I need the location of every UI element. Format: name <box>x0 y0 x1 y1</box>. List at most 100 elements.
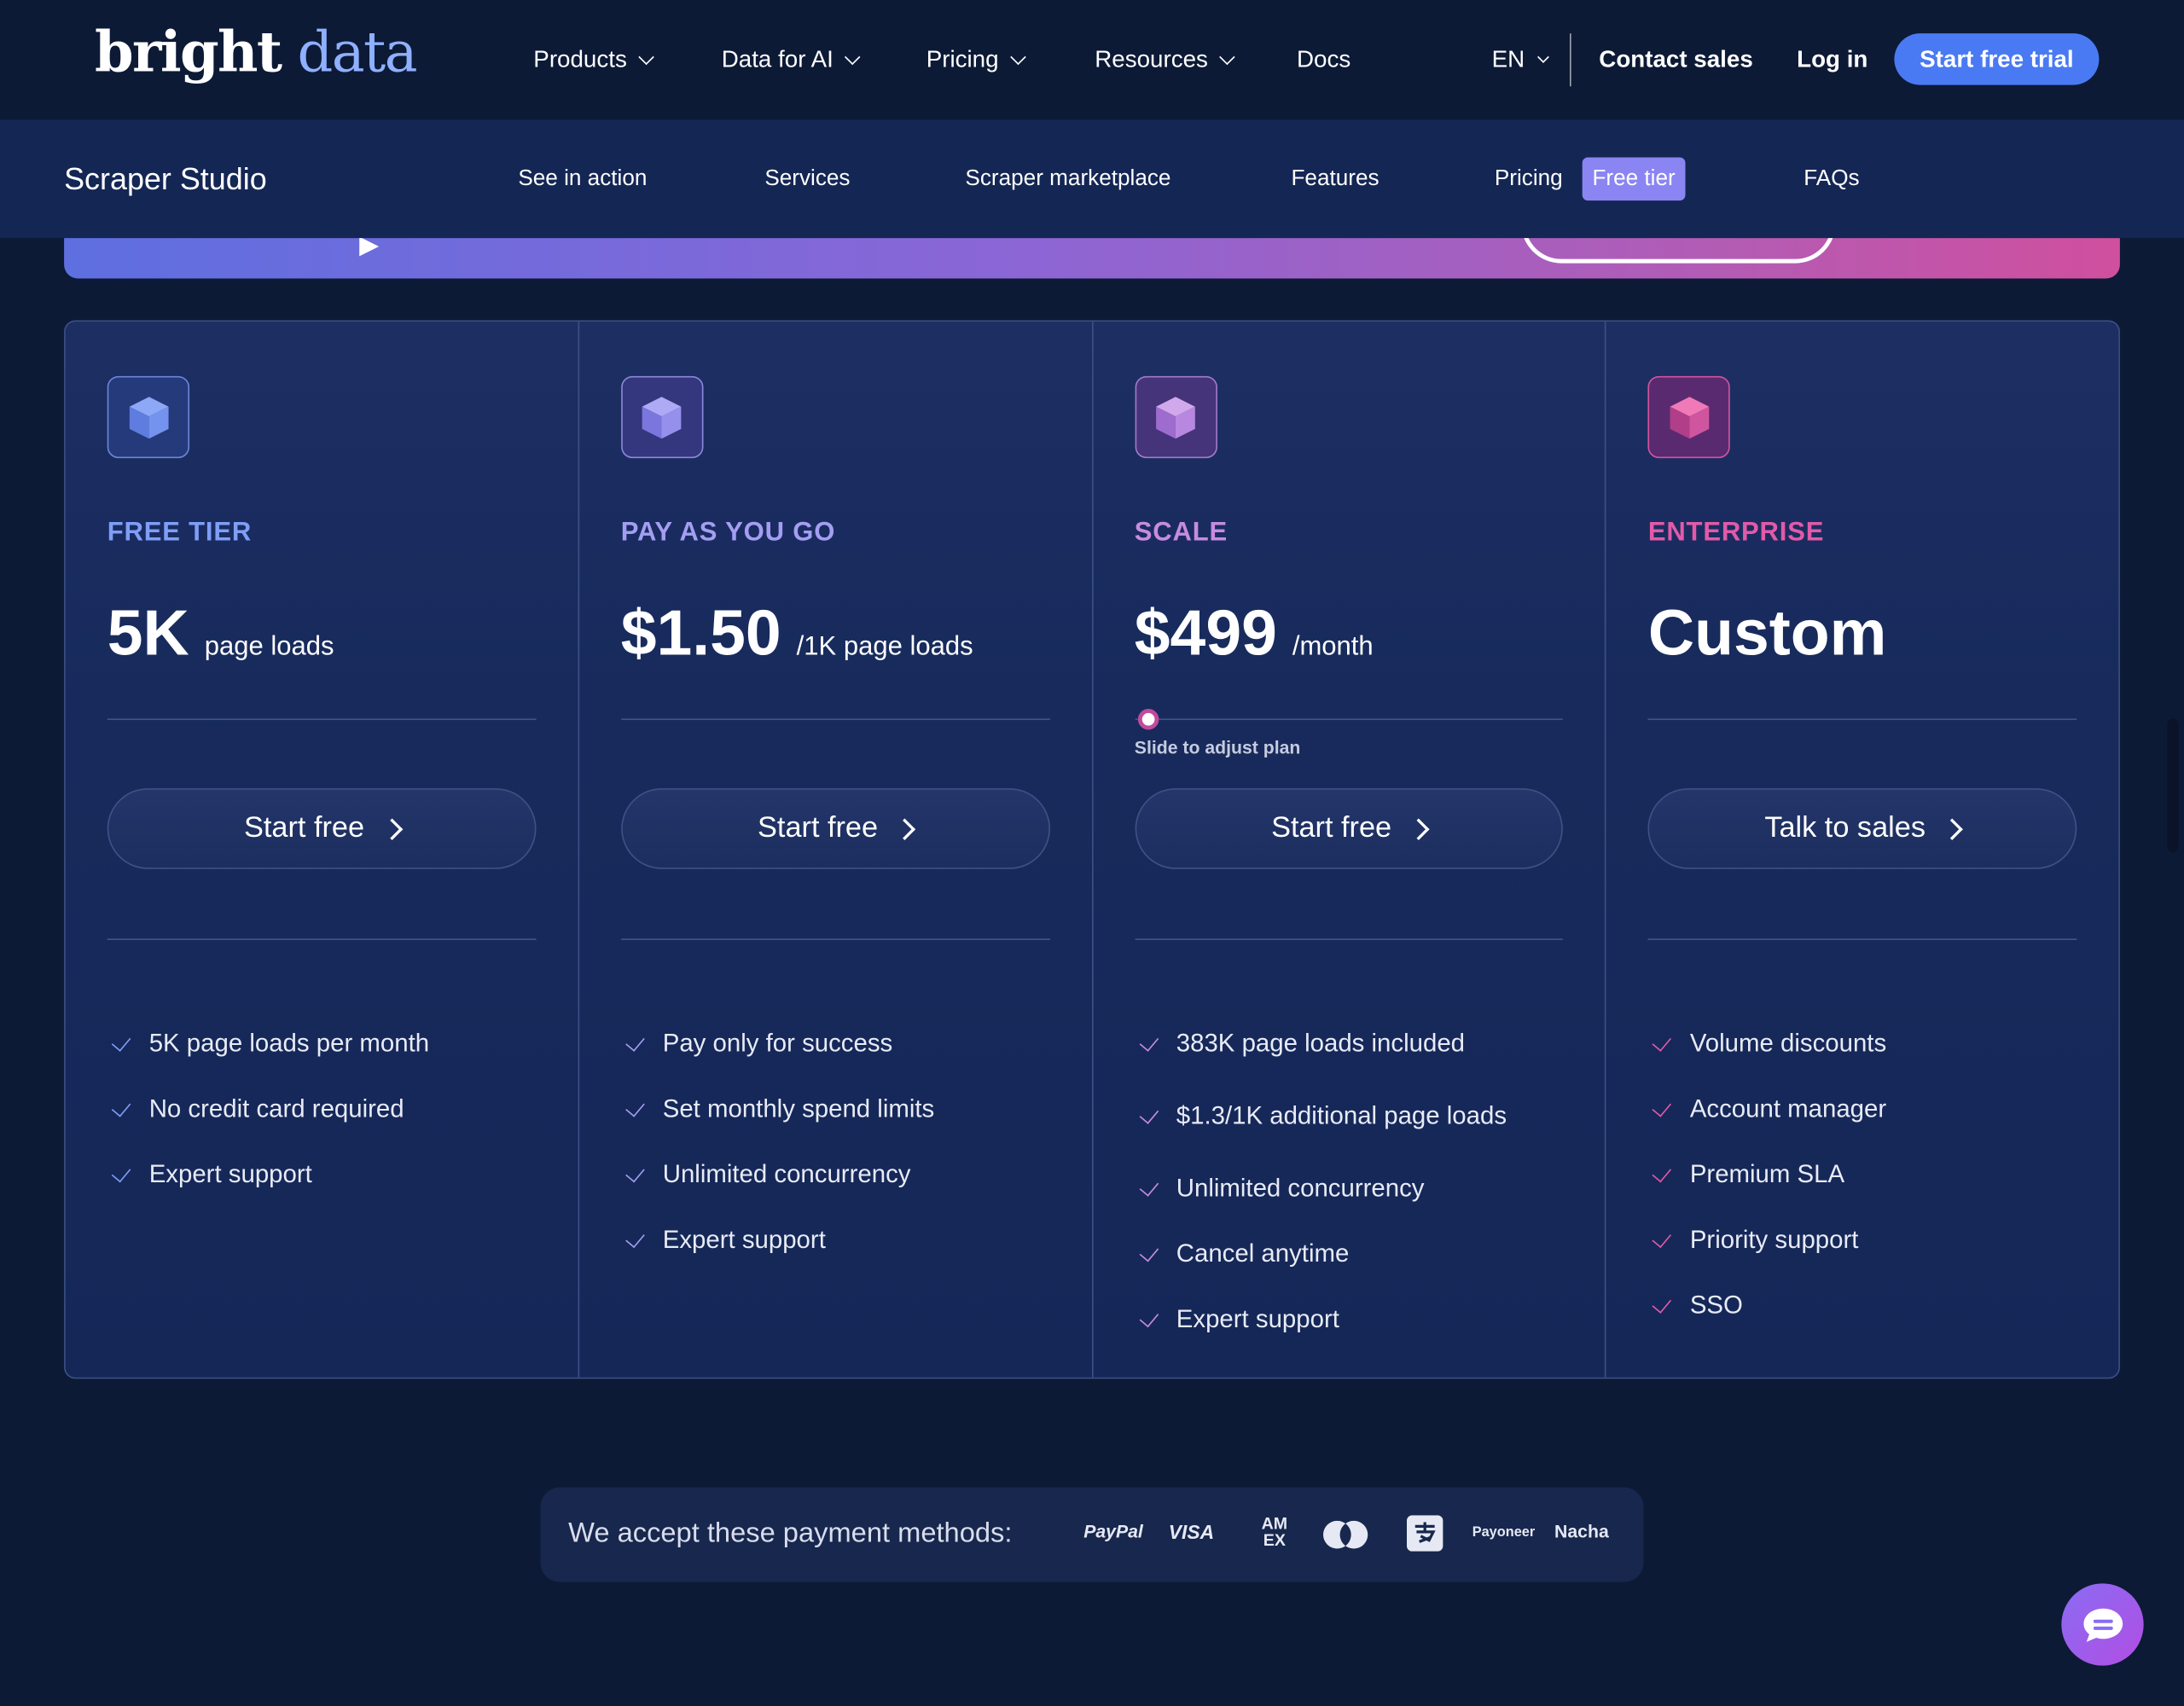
plan-price-unit: page loads <box>204 632 334 662</box>
feature-text: SSO <box>1689 1291 1743 1320</box>
plan-price: 5K <box>107 595 189 669</box>
language-selector[interactable]: EN <box>1491 45 1549 74</box>
plan-price-unit: /1K page loads <box>796 632 973 662</box>
plan-card-pay-as-you-go: PAY AS YOU GO $1.50 /1K page loads Start… <box>579 322 1093 1378</box>
feature-item: Unlimited concurrency <box>621 1142 934 1208</box>
feature-text: Unlimited concurrency <box>1176 1174 1425 1202</box>
banner-button[interactable] <box>1520 238 1836 264</box>
plan-card-free-tier: FREE TIER 5K page loads Start free 5K pa… <box>66 322 579 1378</box>
check-icon <box>1138 1030 1159 1052</box>
start-free-button[interactable]: Start free <box>107 788 537 869</box>
feature-text: No credit card required <box>148 1094 404 1123</box>
chevron-down-icon <box>1010 49 1026 66</box>
subnav-see-in-action[interactable]: See in action <box>518 167 647 192</box>
nav-docs-label: Docs <box>1296 45 1351 73</box>
feature-item: Expert support <box>621 1208 934 1274</box>
feature-text: Premium SLA <box>1689 1159 1845 1188</box>
nacha-logo: Nacha <box>1554 1520 1609 1542</box>
check-icon <box>1652 1227 1672 1248</box>
feature-item: $1.3/1K additional page loads <box>1135 1076 1507 1156</box>
feature-list: Pay only for success Set monthly spend l… <box>621 1011 934 1273</box>
chat-icon <box>2082 1607 2123 1642</box>
subnav-features[interactable]: Features <box>1291 167 1379 192</box>
plan-name: PAY AS YOU GO <box>620 518 836 548</box>
feature-item: Expert support <box>107 1142 429 1208</box>
cube-icon <box>1134 375 1217 459</box>
subnav-faqs[interactable]: FAQs <box>1804 167 1859 192</box>
feature-text: Account manager <box>1689 1094 1887 1123</box>
page-scrollbar[interactable] <box>2167 718 2179 853</box>
check-icon <box>624 1162 645 1182</box>
feature-item: No credit card required <box>107 1076 429 1142</box>
free-tier-tag[interactable]: Free tier <box>1582 157 1686 201</box>
arrow-right-icon <box>1408 817 1430 840</box>
plan-name: SCALE <box>1134 518 1228 548</box>
login-link[interactable]: Log in <box>1797 46 1867 74</box>
subnav-pricing[interactable]: Pricing <box>1495 167 1563 192</box>
nav-data-for-ai-label: Data for AI <box>721 45 834 73</box>
divider <box>1647 938 2077 941</box>
nav-products-label: Products <box>533 45 627 73</box>
check-icon <box>624 1227 645 1248</box>
chevron-down-icon <box>1219 49 1236 66</box>
check-icon <box>624 1030 645 1052</box>
price-row: $499 /month <box>1135 595 1374 670</box>
nav-pricing[interactable]: Pricing <box>926 46 1026 74</box>
plan-slider-handle[interactable] <box>1137 709 1159 730</box>
feature-item: 5K page loads per month <box>107 1011 429 1076</box>
bright-data-logo[interactable]: bright data <box>95 20 418 85</box>
feature-text: $1.3/1K additional page loads <box>1176 1101 1507 1130</box>
feature-item: Expert support <box>1135 1287 1507 1353</box>
check-icon <box>111 1162 131 1182</box>
contact-sales-link[interactable]: Contact sales <box>1599 46 1752 74</box>
feature-item: SSO <box>1648 1273 1886 1338</box>
feature-item: Cancel anytime <box>1135 1221 1507 1287</box>
feature-item: 383K page loads included <box>1135 1011 1507 1076</box>
payment-methods-label: We accept these payment methods: <box>568 1517 1013 1549</box>
feature-item: Pay only for success <box>621 1011 934 1076</box>
divider <box>107 718 537 721</box>
pricing-table: FREE TIER 5K page loads Start free 5K pa… <box>64 320 2120 1379</box>
plan-name: ENTERPRISE <box>1647 518 1825 548</box>
plan-card-enterprise: ENTERPRISE Custom Talk to sales Volume d… <box>1606 322 2118 1378</box>
start-free-button[interactable]: Start free <box>1134 788 1564 869</box>
nav-docs[interactable]: Docs <box>1297 46 1350 74</box>
play-icon[interactable] <box>359 238 380 257</box>
button-label: Start free <box>1271 811 1392 844</box>
feature-text: Expert support <box>148 1159 312 1188</box>
divider <box>1647 718 2077 721</box>
chat-launcher[interactable] <box>2061 1583 2144 1666</box>
cube-icon <box>107 375 190 459</box>
arrow-right-icon <box>894 817 916 840</box>
feature-item: Set monthly spend limits <box>621 1076 934 1142</box>
nav-products[interactable]: Products <box>533 45 654 74</box>
check-icon <box>1652 1096 1672 1117</box>
plan-slider-track[interactable] <box>1134 718 1564 721</box>
logo-word-data: data <box>297 20 418 85</box>
mastercard-logo <box>1323 1520 1368 1549</box>
feature-item: Account manager <box>1648 1076 1886 1142</box>
price-row: Custom <box>1648 595 1902 670</box>
divider <box>107 938 537 941</box>
talk-to-sales-button[interactable]: Talk to sales <box>1647 788 2077 869</box>
chevron-down-icon <box>1536 51 1549 63</box>
price-row: $1.50 /1K page loads <box>621 595 973 670</box>
button-label: Start free <box>244 811 365 844</box>
nav-data-for-ai[interactable]: Data for AI <box>721 45 861 74</box>
feature-text: 5K page loads per month <box>148 1029 430 1058</box>
start-free-button[interactable]: Start free <box>620 788 1050 869</box>
arrow-right-icon <box>380 817 403 840</box>
subnav-title[interactable]: Scraper Studio <box>64 161 267 197</box>
feature-text: Priority support <box>1689 1225 1859 1254</box>
nav-resources[interactable]: Resources <box>1095 46 1236 74</box>
price-row: 5K page loads <box>107 595 334 670</box>
chevron-down-icon <box>638 49 654 66</box>
feature-list: 5K page loads per month No credit card r… <box>107 1011 429 1207</box>
subnav-services[interactable]: Services <box>764 167 850 192</box>
check-icon <box>1652 1030 1672 1052</box>
language-label: EN <box>1491 45 1525 73</box>
subnav-scraper-marketplace[interactable]: Scraper marketplace <box>965 167 1170 192</box>
check-icon <box>1138 1103 1159 1124</box>
start-free-trial-button[interactable]: Start free trial <box>1894 33 2100 85</box>
slider-hint: Slide to adjust plan <box>1134 736 1301 758</box>
